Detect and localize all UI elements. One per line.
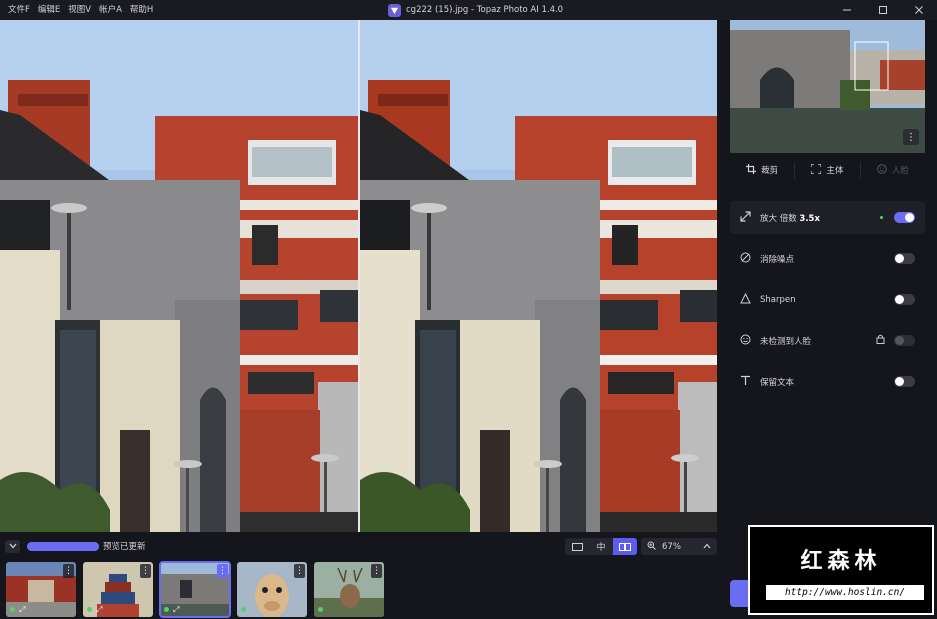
- watermark-url: http://www.hoslin.cn/: [766, 585, 924, 600]
- denoise-icon: [738, 252, 752, 266]
- window-controls: [829, 0, 937, 20]
- processed-indicator: [164, 607, 169, 612]
- zoom-level: 67%: [662, 541, 681, 552]
- menu-bar: 文件F 编辑E 视图V 帐户A 帮助H: [0, 0, 157, 20]
- subject-label: 主体: [826, 166, 844, 176]
- setting-face-recovery[interactable]: 未检测到人脸: [730, 324, 925, 357]
- subject-select-icon: [810, 162, 823, 177]
- thumbnail-courtyard[interactable]: ⋮ ⤢: [6, 562, 76, 617]
- menu-account[interactable]: 帐户A: [95, 0, 126, 20]
- face-recovery-toggle[interactable]: [894, 335, 915, 346]
- watermark-title: 红森林: [800, 549, 882, 574]
- thumbnail-more-icon[interactable]: ⋮: [63, 564, 74, 578]
- processed-indicator: [241, 607, 246, 612]
- navigator-preview[interactable]: ⋮: [730, 20, 925, 153]
- preview-status-text: 预览已更新: [103, 542, 146, 552]
- face-recovery-icon: [738, 334, 752, 348]
- thumbnail-strip: ⋮ ⤢ ⋮ ⤢ ⋮ ⤢ ⋮ ⋮: [0, 561, 717, 619]
- lock-icon: [876, 334, 885, 347]
- thumbnail-deer[interactable]: ⋮: [314, 562, 384, 617]
- thumbnail-more-icon[interactable]: ⋮: [371, 564, 382, 578]
- window-title-area: cg222 (15).jpg - Topaz Photo AI 1.4.0: [388, 0, 563, 20]
- original-image-pane[interactable]: [0, 20, 358, 532]
- crop-label: 裁剪: [761, 166, 779, 176]
- preview-progress-bar: [27, 542, 99, 551]
- thumbnail-temple[interactable]: ⋮ ⤢: [83, 562, 153, 617]
- menu-help[interactable]: 帮助H: [126, 0, 157, 20]
- processed-indicator: [87, 607, 92, 612]
- upscale-factor: 3.5x: [799, 213, 820, 224]
- close-icon[interactable]: [901, 0, 937, 20]
- zoom-icon: [647, 541, 656, 553]
- navigator-more-icon[interactable]: ⋮: [903, 129, 919, 145]
- menu-edit[interactable]: 编辑E: [34, 0, 64, 20]
- sharpen-icon: [738, 292, 752, 307]
- setting-sharpen[interactable]: Sharpen: [730, 283, 925, 316]
- topaz-logo-icon: [388, 3, 401, 17]
- collapse-thumbnails-button[interactable]: [5, 540, 20, 553]
- thumbnail-building[interactable]: ⋮ ⤢: [159, 561, 231, 618]
- title-bar: 文件F 编辑E 视图V 帐户A 帮助H cg222 (15).jpg - Top…: [0, 0, 937, 20]
- thumbnail-more-icon[interactable]: ⋮: [217, 564, 228, 578]
- upscale-toggle[interactable]: [894, 212, 915, 223]
- setting-upscale[interactable]: 放大 倍数 3.5x: [730, 201, 925, 234]
- sharpen-toggle[interactable]: [894, 294, 915, 305]
- split-view-button[interactable]: 中: [589, 538, 613, 555]
- window-title: cg222 (15).jpg - Topaz Photo AI 1.4.0: [406, 5, 564, 15]
- denoise-label: 消除噪点: [760, 254, 795, 265]
- preserve-text-toggle[interactable]: [894, 376, 915, 387]
- upscale-icon: ⤢: [173, 605, 180, 614]
- face-recovery-label: 未检测到人脸: [760, 336, 812, 347]
- upscale-icon: ⤢: [19, 605, 26, 614]
- setting-denoise[interactable]: 消除噪点: [730, 242, 925, 275]
- enhanced-image-pane[interactable]: [360, 20, 717, 532]
- view-mode-switcher: 中: [565, 538, 637, 555]
- preserve-text-label: 保留文本: [760, 377, 795, 388]
- denoise-toggle[interactable]: [894, 253, 915, 264]
- face-icon: [877, 163, 887, 177]
- processed-indicator: [10, 607, 15, 612]
- site-watermark: 红森林 http://www.hoslin.cn/: [748, 525, 934, 615]
- setting-preserve-text[interactable]: 保留文本: [730, 365, 925, 398]
- subject-button[interactable]: 主体: [795, 162, 859, 177]
- active-indicator: [880, 216, 883, 219]
- chevron-down-icon: [9, 542, 17, 551]
- image-viewer[interactable]: [0, 20, 717, 532]
- menu-file[interactable]: 文件F: [4, 0, 34, 20]
- single-view-button[interactable]: [565, 538, 589, 555]
- upscale-prefix: 放大 倍数: [760, 213, 800, 224]
- crop-toolbar: 裁剪 主体 人脸: [730, 158, 925, 182]
- face-button[interactable]: 人脸: [861, 163, 925, 177]
- processed-indicator: [318, 607, 323, 612]
- preview-progress-fill: [27, 542, 99, 551]
- thumbnail-more-icon[interactable]: ⋮: [294, 564, 305, 578]
- menu-view[interactable]: 视图V: [64, 0, 95, 20]
- sharpen-label: Sharpen: [760, 294, 796, 305]
- upscale-icon: ⤢: [96, 605, 103, 614]
- upscale-icon: [738, 210, 752, 225]
- crop-icon: [746, 163, 757, 177]
- maximize-icon[interactable]: [865, 0, 901, 20]
- preview-status-bar: 预览已更新 中 67%: [0, 532, 717, 561]
- chevron-up-icon[interactable]: [703, 542, 711, 551]
- thumbnail-giraffe[interactable]: ⋮: [237, 562, 307, 617]
- side-by-side-view-button[interactable]: [613, 538, 637, 555]
- crop-button[interactable]: 裁剪: [730, 163, 794, 177]
- thumbnail-more-icon[interactable]: ⋮: [140, 564, 151, 578]
- face-label: 人脸: [891, 166, 909, 176]
- text-icon: [738, 375, 752, 389]
- minimize-icon[interactable]: [829, 0, 865, 20]
- upscale-label: 放大 倍数 3.5x: [760, 212, 820, 224]
- zoom-control[interactable]: 67%: [641, 538, 717, 555]
